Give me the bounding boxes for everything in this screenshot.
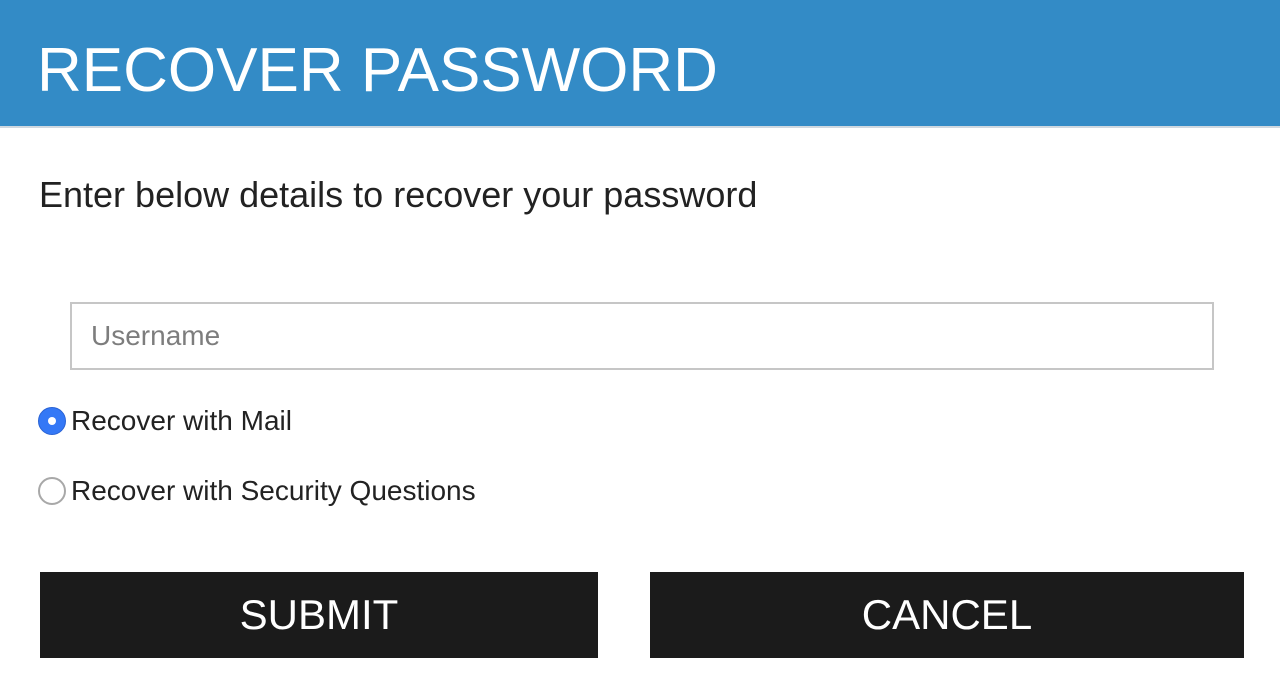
recover-security-option[interactable]: Recover with Security Questions	[38, 471, 476, 511]
page-title: RECOVER PASSWORD	[37, 36, 718, 105]
recover-mail-radio[interactable]	[38, 407, 66, 435]
instructions-text: Enter below details to recover your pass…	[39, 174, 758, 215]
recover-mail-label[interactable]: Recover with Mail	[71, 401, 292, 441]
recover-security-label[interactable]: Recover with Security Questions	[71, 471, 476, 511]
page-header: RECOVER PASSWORD	[0, 0, 1280, 128]
recover-mail-option[interactable]: Recover with Mail	[38, 401, 292, 441]
username-input[interactable]	[70, 302, 1214, 370]
submit-button[interactable]: SUBMIT	[40, 572, 598, 658]
recover-security-radio[interactable]	[38, 477, 66, 505]
cancel-button[interactable]: CANCEL	[650, 572, 1244, 658]
